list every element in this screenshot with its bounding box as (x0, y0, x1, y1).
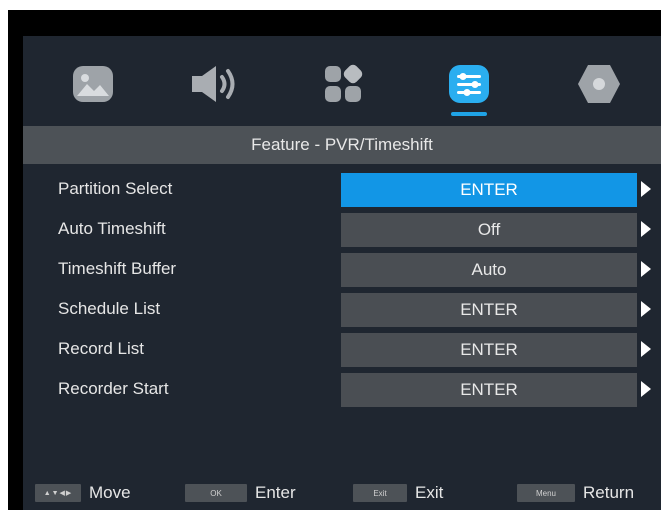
osd-menu: Feature - PVR/Timeshift Partition Select… (23, 36, 661, 510)
setting-label: Schedule List (58, 299, 161, 318)
tab-feature[interactable] (439, 58, 499, 116)
hint-move-label: Move (89, 483, 131, 502)
tab-picture[interactable] (63, 58, 123, 110)
channel-icon (323, 64, 363, 104)
arrow-keys-icon: ▲▼◀▶ (35, 484, 81, 502)
setting-value-button[interactable]: Off (341, 213, 637, 247)
setting-row-timeshift-buffer[interactable]: Timeshift Buffer Auto (23, 250, 661, 290)
ok-key-icon: OK (185, 484, 247, 502)
arrow-right-icon[interactable] (641, 301, 651, 317)
setting-row-schedule-list[interactable]: Schedule List ENTER (23, 290, 661, 330)
tv-frame: Feature - PVR/Timeshift Partition Select… (8, 10, 661, 510)
sound-icon (188, 64, 242, 104)
menu-tab-bar (23, 36, 661, 128)
hint-move[interactable]: ▲▼◀▶ Move (35, 483, 185, 503)
setting-label: Record List (58, 339, 144, 358)
setting-row-recorder-start[interactable]: Recorder Start ENTER (23, 370, 661, 410)
setting-row-record-list[interactable]: Record List ENTER (23, 330, 661, 370)
setting-label: Timeshift Buffer (58, 259, 177, 278)
setting-value-button[interactable]: ENTER (341, 333, 637, 367)
feature-icon (447, 63, 491, 105)
hint-enter[interactable]: OK Enter (185, 483, 353, 503)
arrow-right-icon[interactable] (641, 341, 651, 357)
tab-setup[interactable] (569, 58, 629, 110)
hint-exit[interactable]: Exit Exit (353, 483, 517, 503)
page-title: Feature - PVR/Timeshift (23, 126, 661, 164)
setting-value-button[interactable]: ENTER (341, 293, 637, 327)
menu-key-icon: Menu (517, 484, 575, 502)
hint-return-label: Return (583, 483, 635, 502)
setting-value-button[interactable]: ENTER (341, 173, 637, 207)
exit-key-icon: Exit (353, 484, 407, 502)
arrow-right-icon[interactable] (641, 181, 651, 197)
setting-value-button[interactable]: Auto (341, 253, 637, 287)
tab-sound[interactable] (185, 58, 245, 110)
settings-list: Partition Select ENTER Auto Timeshift Of… (23, 170, 661, 410)
key-hint-bar: ▲▼◀▶ Move OK Enter Exit Exit Menu Return (23, 476, 661, 510)
arrow-right-icon[interactable] (641, 381, 651, 397)
active-tab-indicator (451, 112, 487, 116)
setting-value-button[interactable]: ENTER (341, 373, 637, 407)
setting-label: Partition Select (58, 179, 173, 198)
setting-row-partition-select[interactable]: Partition Select ENTER (23, 170, 661, 210)
arrow-right-icon[interactable] (641, 221, 651, 237)
page-title-text: Feature - PVR/Timeshift (251, 135, 433, 154)
hint-return[interactable]: Menu Return (517, 483, 634, 503)
hint-exit-label: Exit (415, 483, 444, 502)
setting-row-auto-timeshift[interactable]: Auto Timeshift Off (23, 210, 661, 250)
arrow-right-icon[interactable] (641, 261, 651, 277)
tab-channel[interactable] (313, 58, 373, 110)
picture-icon (71, 64, 115, 104)
setting-label: Auto Timeshift (58, 219, 166, 238)
hint-enter-label: Enter (255, 483, 296, 502)
setting-label: Recorder Start (58, 379, 169, 398)
setup-icon (576, 63, 622, 105)
